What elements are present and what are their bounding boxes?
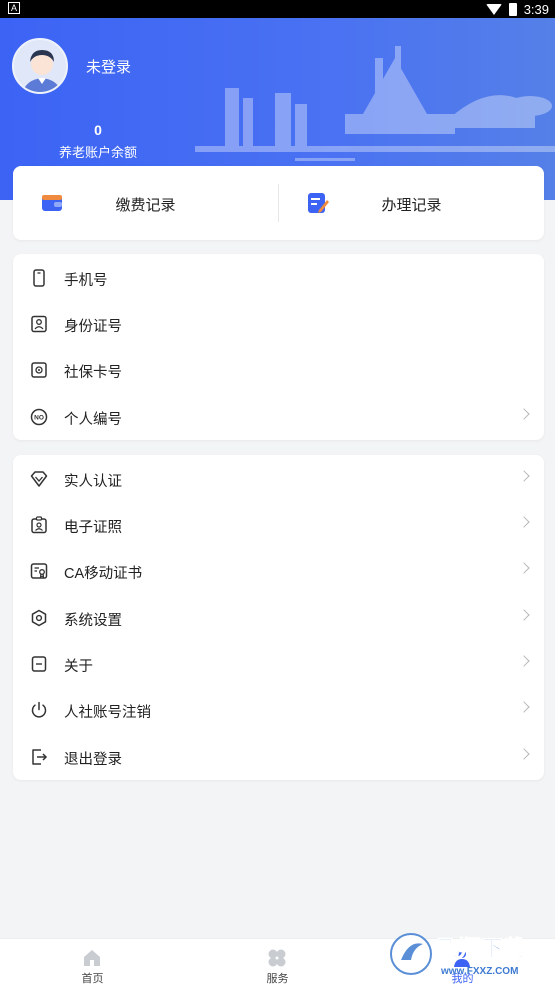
- svg-text:NO: NO: [34, 415, 44, 422]
- list-item-label: 社保卡号: [64, 365, 122, 381]
- logout-icon: [32, 749, 48, 765]
- menu-item-label: 关于: [64, 659, 93, 675]
- list-item-phone[interactable]: 手机号: [13, 255, 544, 301]
- list-item-label: 身份证号: [64, 319, 122, 335]
- chevron-right-icon: [518, 748, 530, 760]
- menu-item-label: 人社账号注销: [64, 705, 151, 721]
- balance-label: 养老账户余额: [58, 145, 137, 160]
- menu-item-e-license[interactable]: 电子证照: [13, 502, 544, 548]
- payment-records-button[interactable]: 缴费记录: [13, 166, 278, 240]
- tab-service[interactable]: 服务: [185, 939, 370, 987]
- avatar[interactable]: [12, 38, 68, 94]
- records-card: 缴费记录 办理记录: [13, 166, 544, 240]
- menu-item-ca-certificate[interactable]: CA移动证书: [13, 548, 544, 594]
- tab-label: 首页: [81, 973, 104, 985]
- chevron-right-icon: [518, 701, 530, 713]
- diamond-icon: [30, 471, 48, 487]
- number-icon: NO: [30, 408, 48, 426]
- chevron-right-icon: [518, 470, 530, 482]
- chevron-right-icon: [518, 516, 530, 528]
- chevron-right-icon: [518, 562, 530, 574]
- watermark-logo: 飞翔下载 www.FXXZ.COM: [389, 926, 549, 982]
- chevron-right-icon: [518, 408, 530, 420]
- social-card-icon: [31, 362, 47, 378]
- home-icon: [84, 950, 100, 966]
- balance-value: 0: [94, 122, 102, 138]
- settings-menu-card: 实人认证 电子证照 CA移动证书 系统设置 关于 人社账号注销 退出登录: [13, 455, 544, 780]
- list-item-label: 手机号: [64, 273, 108, 289]
- chevron-right-icon: [518, 655, 530, 667]
- phone-icon: [33, 269, 45, 287]
- menu-item-real-person-verify[interactable]: 实人认证: [13, 456, 544, 502]
- menu-item-label: 退出登录: [64, 752, 122, 768]
- login-status[interactable]: 未登录: [86, 56, 131, 77]
- menu-item-account-cancel[interactable]: 人社账号注销: [13, 687, 544, 733]
- settings-icon: [31, 609, 47, 627]
- personal-info-card: 手机号 身份证号 社保卡号 NO 个人编号: [13, 254, 544, 440]
- processing-records-label: 办理记录: [381, 197, 442, 214]
- list-item-personal-number[interactable]: NO 个人编号: [13, 394, 544, 440]
- battery-icon: [508, 2, 517, 16]
- menu-item-label: 系统设置: [64, 613, 122, 629]
- id-card-icon: [31, 315, 47, 333]
- service-icon: [268, 949, 286, 967]
- badge-icon: [31, 516, 47, 534]
- watermark-title: 飞翔下载: [437, 936, 525, 962]
- menu-item-logout[interactable]: 退出登录: [13, 734, 544, 780]
- info-box-icon: [31, 656, 47, 672]
- status-bar: A 3:39: [0, 0, 555, 18]
- list-item-label: 个人编号: [64, 412, 122, 428]
- menu-item-label: 实人认证: [64, 474, 122, 490]
- status-time: 3:39: [523, 1, 549, 17]
- menu-item-about[interactable]: 关于: [13, 641, 544, 687]
- watermark-url: www.FXXZ.COM: [440, 966, 518, 977]
- certificate-icon: [30, 563, 48, 579]
- chevron-right-icon: [518, 609, 530, 621]
- wifi-icon: [485, 3, 502, 15]
- menu-item-label: 电子证照: [64, 520, 122, 536]
- payment-records-label: 缴费记录: [115, 197, 176, 214]
- menu-item-system-settings[interactable]: 系统设置: [13, 595, 544, 641]
- list-item-id-card[interactable]: 身份证号: [13, 301, 544, 347]
- list-item-social-card[interactable]: 社保卡号: [13, 347, 544, 393]
- tab-label: 服务: [266, 973, 289, 985]
- notification-icon: A: [8, 2, 20, 14]
- power-icon: [31, 701, 47, 718]
- menu-item-label: CA移动证书: [64, 566, 143, 582]
- tab-home[interactable]: 首页: [0, 939, 185, 987]
- processing-records-button[interactable]: 办理记录: [279, 166, 544, 240]
